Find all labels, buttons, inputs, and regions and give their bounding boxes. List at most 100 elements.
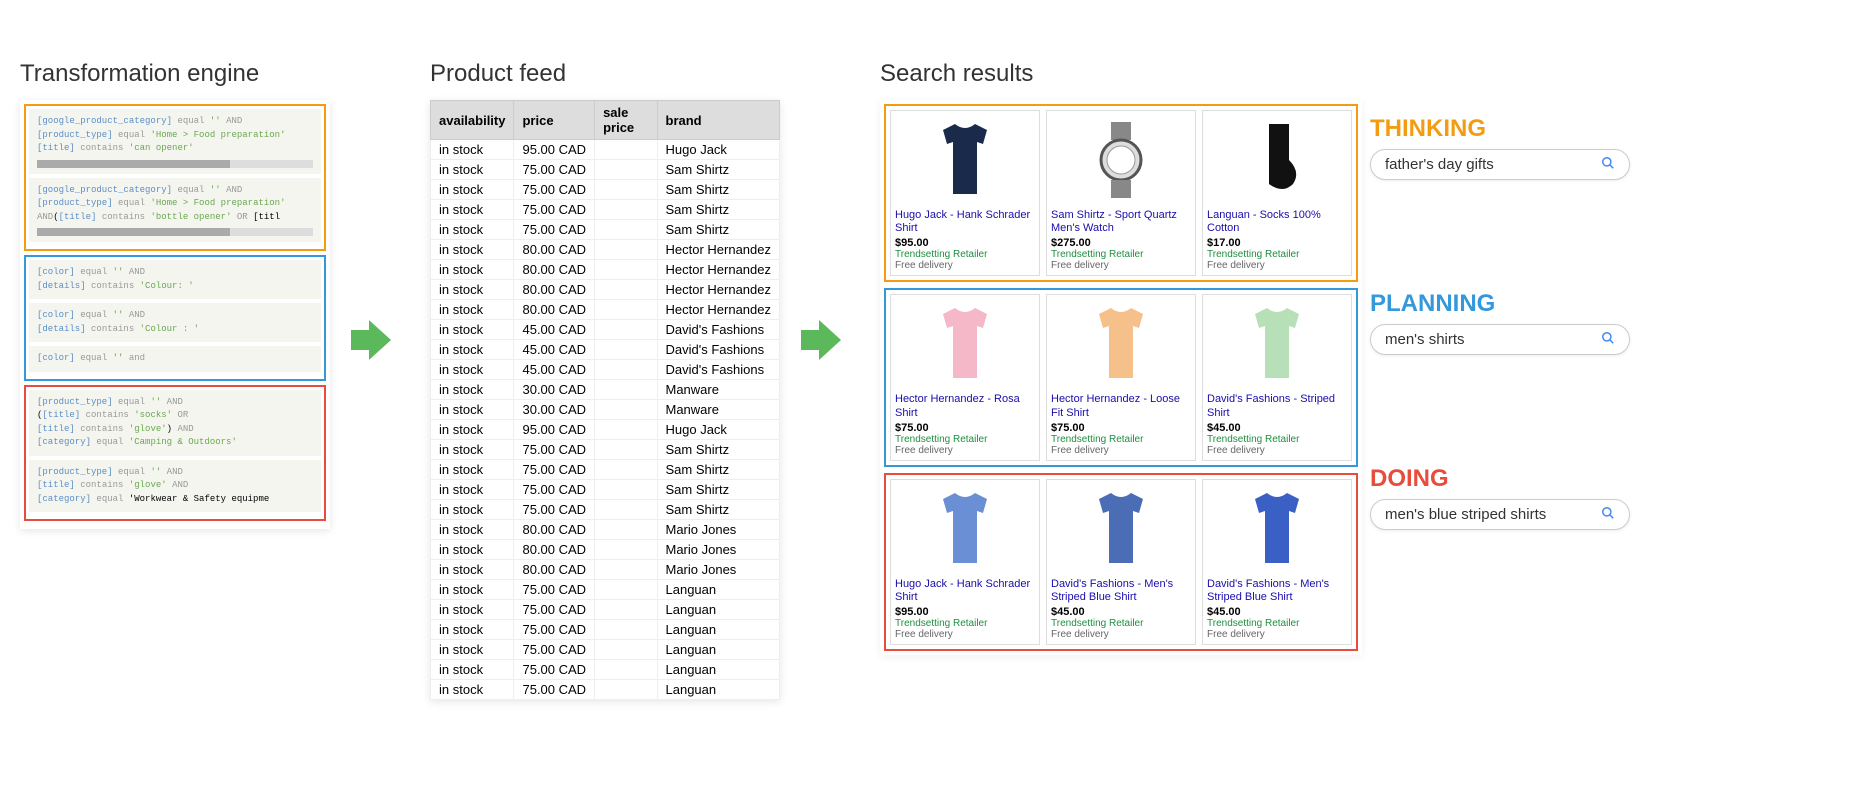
- arrow-2: [805, 60, 855, 360]
- feed-cell: Sam Shirtz: [657, 460, 780, 480]
- product-card[interactable]: David's Fashions - Men's Striped Blue Sh…: [1046, 479, 1196, 645]
- feed-cell: in stock: [431, 560, 514, 580]
- product-card[interactable]: Hugo Jack - Hank Schrader Shirt$95.00Tre…: [890, 479, 1040, 645]
- product-retailer: Trendsetting Retailer: [1051, 249, 1191, 260]
- product-delivery: Free delivery: [1051, 260, 1191, 271]
- search-query-thinking: father's day gifts: [1385, 156, 1494, 173]
- product-retailer: Trendsetting Retailer: [1051, 618, 1191, 629]
- doing-label: DOING: [1370, 465, 1670, 493]
- product-card[interactable]: Hector Hernandez - Rosa Shirt$75.00Trend…: [890, 294, 1040, 460]
- feed-cell: 75.00 CAD: [514, 640, 595, 660]
- table-row: in stock75.00 CADLanguan: [431, 640, 780, 660]
- feed-cell: 75.00 CAD: [514, 600, 595, 620]
- product-price: $75.00: [895, 422, 1035, 434]
- feed-cell: in stock: [431, 240, 514, 260]
- feed-cell: [595, 440, 657, 460]
- feed-cell: [595, 280, 657, 300]
- table-row: in stock75.00 CADLanguan: [431, 600, 780, 620]
- product-card[interactable]: Hector Hernandez - Loose Fit Shirt$75.00…: [1046, 294, 1196, 460]
- feed-cell: in stock: [431, 180, 514, 200]
- product-image: [1051, 115, 1191, 205]
- feed-cell: [595, 540, 657, 560]
- rule-block: [color] equal '' AND [details] contains …: [29, 303, 321, 342]
- table-row: in stock75.00 CADLanguan: [431, 620, 780, 640]
- search-icon: [1601, 331, 1615, 348]
- product-delivery: Free delivery: [1051, 445, 1191, 456]
- feed-cell: Sam Shirtz: [657, 200, 780, 220]
- search-query-doing: men's blue striped shirts: [1385, 506, 1546, 523]
- feed-cell: in stock: [431, 340, 514, 360]
- feed-cell: [595, 380, 657, 400]
- feed-cell: [595, 480, 657, 500]
- feed-cell: Sam Shirtz: [657, 480, 780, 500]
- feed-cell: [595, 520, 657, 540]
- search-pill-doing[interactable]: men's blue striped shirts: [1370, 499, 1630, 530]
- product-retailer: Trendsetting Retailer: [1207, 618, 1347, 629]
- feed-cell: in stock: [431, 460, 514, 480]
- feed-cell: Sam Shirtz: [657, 160, 780, 180]
- feed-cell: Manware: [657, 380, 780, 400]
- product-image: [1207, 484, 1347, 574]
- product-title: Hector Hernandez - Loose Fit Shirt: [1051, 393, 1191, 419]
- feed-cell: 30.00 CAD: [514, 400, 595, 420]
- feed-cell: Hector Hernandez: [657, 240, 780, 260]
- feed-cell: [595, 560, 657, 580]
- feed-body: in stock95.00 CADHugo Jackin stock75.00 …: [431, 140, 780, 700]
- table-row: in stock80.00 CADMario Jones: [431, 560, 780, 580]
- feed-cell: Hugo Jack: [657, 140, 780, 160]
- feed-cell: 45.00 CAD: [514, 340, 595, 360]
- feed-cell: in stock: [431, 520, 514, 540]
- feed-cell: Hugo Jack: [657, 420, 780, 440]
- product-retailer: Trendsetting Retailer: [1051, 434, 1191, 445]
- product-title: Sam Shirtz - Sport Quartz Men's Watch: [1051, 209, 1191, 235]
- search-query-planning: men's shirts: [1385, 331, 1465, 348]
- feed-cell: David's Fashions: [657, 360, 780, 380]
- feed-cell: in stock: [431, 140, 514, 160]
- feed-cell: 75.00 CAD: [514, 500, 595, 520]
- product-card[interactable]: Hugo Jack - Hank Schrader Shirt$95.00Tre…: [890, 110, 1040, 276]
- feed-cell: Hector Hernandez: [657, 280, 780, 300]
- feed-cell: [595, 420, 657, 440]
- product-image: [1051, 299, 1191, 389]
- product-card[interactable]: David's Fashions - Striped Shirt$45.00Tr…: [1202, 294, 1352, 460]
- product-card[interactable]: David's Fashions - Men's Striped Blue Sh…: [1202, 479, 1352, 645]
- table-row: in stock75.00 CADSam Shirtz: [431, 500, 780, 520]
- rule-box-planning: [color] equal '' AND [details] contains …: [24, 255, 326, 381]
- table-row: in stock45.00 CADDavid's Fashions: [431, 320, 780, 340]
- feed-cell: 80.00 CAD: [514, 280, 595, 300]
- feed-cell: David's Fashions: [657, 320, 780, 340]
- feed-cell: in stock: [431, 440, 514, 460]
- search-pill-planning[interactable]: men's shirts: [1370, 324, 1630, 355]
- product-card[interactable]: Sam Shirtz - Sport Quartz Men's Watch$27…: [1046, 110, 1196, 276]
- feed-cell: [595, 200, 657, 220]
- feed-cell: in stock: [431, 500, 514, 520]
- search-results-column: Search results Hugo Jack - Hank Schrader…: [880, 60, 1362, 655]
- feed-cell: 45.00 CAD: [514, 320, 595, 340]
- planning-label: PLANNING: [1370, 290, 1670, 318]
- feed-cell: 75.00 CAD: [514, 160, 595, 180]
- rule-block: [product_type] equal '' AND [title] cont…: [29, 460, 321, 513]
- feed-cell: in stock: [431, 620, 514, 640]
- table-row: in stock75.00 CADLanguan: [431, 660, 780, 680]
- product-image: [1051, 484, 1191, 574]
- feed-cell: [595, 580, 657, 600]
- feed-cell: Languan: [657, 580, 780, 600]
- feed-cell: Manware: [657, 400, 780, 420]
- product-card[interactable]: Languan - Socks 100% Cotton$17.00Trendse…: [1202, 110, 1352, 276]
- results-row-thinking: Hugo Jack - Hank Schrader Shirt$95.00Tre…: [884, 104, 1358, 282]
- arrow-1: [355, 60, 405, 360]
- thinking-label: THINKING: [1370, 115, 1670, 143]
- feed-cell: Languan: [657, 600, 780, 620]
- search-pill-thinking[interactable]: father's day gifts: [1370, 149, 1630, 180]
- product-title: David's Fashions - Men's Striped Blue Sh…: [1051, 578, 1191, 604]
- feed-cell: [595, 300, 657, 320]
- feed-cell: 30.00 CAD: [514, 380, 595, 400]
- annotation-doing: DOING men's blue striped shirts: [1370, 465, 1670, 530]
- feed-cell: in stock: [431, 280, 514, 300]
- search-icon: [1601, 506, 1615, 523]
- transformation-title: Transformation engine: [20, 60, 330, 88]
- feed-cell: 75.00 CAD: [514, 200, 595, 220]
- feed-cell: [595, 400, 657, 420]
- table-row: in stock75.00 CADLanguan: [431, 680, 780, 700]
- feed-cell: [595, 160, 657, 180]
